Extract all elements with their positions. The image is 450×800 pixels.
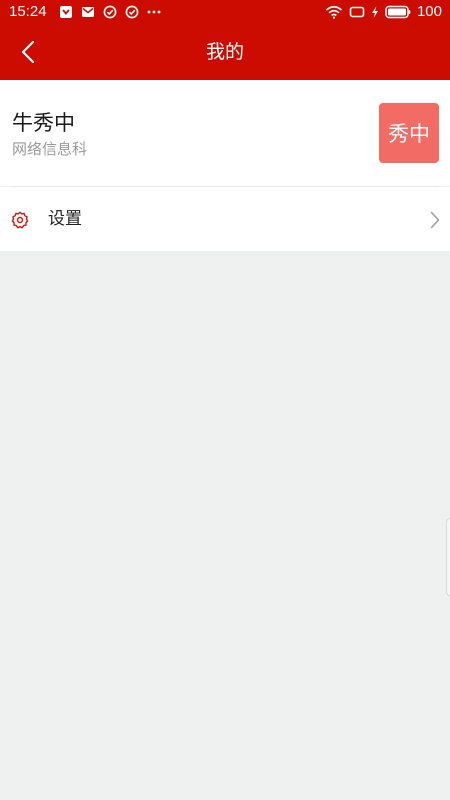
chevron-left-icon xyxy=(21,40,35,64)
download-box-icon xyxy=(60,6,72,18)
charging-icon xyxy=(371,6,378,18)
app-header: 我的 xyxy=(0,24,450,80)
avatar[interactable]: 秀中 xyxy=(379,103,439,163)
check-circle-icon xyxy=(125,5,139,19)
settings-menu-item[interactable]: 设置 xyxy=(0,187,450,251)
mail-icon xyxy=(82,7,94,17)
avatar-text: 秀中 xyxy=(388,122,430,146)
user-department: 网络信息科 xyxy=(12,140,88,158)
check-circle-icon xyxy=(103,5,117,19)
screen-icon xyxy=(349,6,365,18)
more-dots-icon xyxy=(147,10,161,14)
chevron-right-icon xyxy=(430,211,440,229)
profile-card: 牛秀中 网络信息科 秀中 xyxy=(0,80,450,186)
gear-icon xyxy=(11,211,29,229)
page-title: 我的 xyxy=(205,41,244,63)
wifi-icon xyxy=(325,5,342,19)
notification-icons xyxy=(59,4,161,20)
side-drawer-handle[interactable] xyxy=(446,518,450,596)
user-name: 牛秀中 xyxy=(12,111,75,135)
settings-label: 设置 xyxy=(48,209,82,229)
system-icons: 100 xyxy=(325,3,442,21)
battery-icon xyxy=(385,5,411,19)
status-bar: 15:24 100 xyxy=(0,0,450,24)
back-button[interactable] xyxy=(8,32,48,72)
battery-level: 100 xyxy=(416,3,442,20)
status-time: 15:24 xyxy=(9,3,47,20)
